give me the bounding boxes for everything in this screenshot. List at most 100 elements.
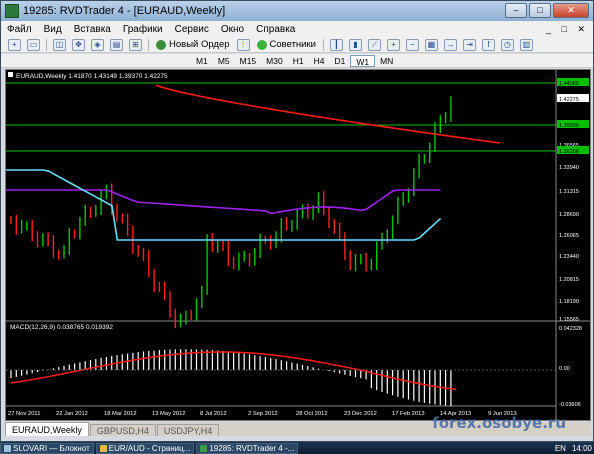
ma-purple-line: [6, 189, 441, 215]
price-bars: [10, 96, 452, 329]
price-label: 1.18190: [559, 299, 579, 305]
taskbar-notepad-label: SLOVARI — Блокнот: [13, 443, 90, 453]
tf-mn[interactable]: MN: [375, 55, 398, 67]
menu-insert[interactable]: Вставка: [68, 24, 117, 35]
menu-bar: Файл Вид Вставка Графики Сервис Окно Спр…: [1, 21, 593, 37]
tile-icon[interactable]: ▦: [424, 38, 438, 51]
periods-icon[interactable]: ◷: [500, 38, 514, 51]
bar-chart-icon[interactable]: ┃: [329, 38, 343, 51]
chart-window[interactable]: EURAUD,Weekly 1.41870 1.43149 1.39370 1.…: [5, 69, 591, 421]
indicators-icon[interactable]: f: [481, 38, 495, 51]
price-label: 1.36266: [559, 149, 579, 155]
new-order-label: Новый Ордер: [169, 39, 230, 50]
tf-m1[interactable]: M1: [191, 55, 213, 67]
price-label: 1.39099: [559, 123, 579, 129]
new-order-icon: [156, 39, 166, 50]
window-controls: – □ ✕: [505, 3, 589, 18]
notepad-icon: [4, 444, 11, 452]
watermark: forex.osobye.ru: [432, 414, 566, 432]
mdi-controls[interactable]: _ □ ✕: [546, 24, 589, 35]
menu-charts[interactable]: Графики: [117, 24, 169, 35]
menu-help[interactable]: Справка: [250, 24, 301, 35]
taskbar-notepad[interactable]: SLOVARI — Блокнот: [0, 442, 94, 454]
price-label: 1.31315: [559, 189, 579, 195]
language-indicator[interactable]: EN: [555, 444, 566, 453]
advisors-label: Советники: [269, 39, 316, 50]
tf-m15[interactable]: M15: [235, 55, 262, 67]
ma-slow-line: [155, 84, 501, 144]
taskbar-browser-label: EUR/AUD - Страниц...: [108, 443, 191, 453]
macd-histogram: [10, 349, 457, 407]
date-label: 17 Feb 2013: [392, 411, 425, 417]
chart-shift-icon[interactable]: ⇥: [462, 38, 476, 51]
taskbar-trader-label: 19285: RVDTrader 4 -...: [209, 443, 295, 453]
minimize-button[interactable]: –: [505, 3, 527, 18]
ma-cyan-line: [6, 169, 442, 241]
clock: 14:00: [571, 443, 592, 453]
date-label: 18 Mar 2012: [104, 411, 137, 417]
main-toolbar: + ▭ ◫ ✥ ◈ ▤ ⊞ Новый Ордер ! Советники ┃ …: [1, 37, 593, 53]
navigator-icon[interactable]: ◈: [91, 38, 104, 51]
market-watch-icon[interactable]: ◫: [53, 38, 66, 51]
profiles-icon[interactable]: ▭: [27, 38, 40, 51]
chart-menu-icon: [8, 72, 13, 77]
line-chart-icon[interactable]: ⟋: [367, 38, 381, 51]
candle-chart-icon[interactable]: ▮: [348, 38, 362, 51]
tf-m5[interactable]: M5: [213, 55, 235, 67]
trader-window: 19285: RVDTrader 4 - [EURAUD,Weekly] – □…: [0, 0, 594, 442]
tab-gbpusd-h4[interactable]: GBPUSD,H4: [89, 424, 156, 436]
price-label: 1.33940: [559, 165, 579, 171]
templates-icon[interactable]: ▥: [519, 38, 533, 51]
date-label: 28 Oct 2012: [296, 411, 328, 417]
app-icon: [5, 4, 19, 18]
zoom-out-icon[interactable]: −: [405, 38, 419, 51]
browser-icon: [99, 444, 107, 452]
date-label: 8 Jul 2012: [200, 411, 227, 417]
date-label: 2 Sep 2012: [248, 411, 278, 417]
tester-icon[interactable]: ⊞: [129, 38, 142, 51]
price-label: 1.42275: [559, 97, 579, 103]
system-tray: EN 14:00: [555, 442, 592, 454]
tf-m30[interactable]: M30: [261, 55, 288, 67]
advisors-icon: [256, 39, 267, 50]
zoom-in-icon[interactable]: +: [386, 38, 400, 51]
data-window-icon[interactable]: ✥: [72, 38, 85, 51]
new-chart-icon[interactable]: +: [8, 38, 21, 51]
date-label: 27 Nov 2011: [8, 411, 40, 417]
macd-label: 0.042328: [559, 326, 582, 332]
tf-h4[interactable]: H4: [309, 55, 330, 67]
menu-tools[interactable]: Сервис: [169, 24, 215, 35]
tab-usdjpy-h4[interactable]: USDJPY,H4: [156, 424, 220, 436]
new-order-button[interactable]: Новый Ордер: [152, 38, 234, 52]
tf-w1[interactable]: W1: [350, 54, 376, 67]
window-title: 19285: RVDTrader 4 - [EURAUD,Weekly]: [23, 5, 226, 17]
price-label: 1.23440: [559, 254, 579, 260]
price-label: 1.44089: [559, 81, 579, 87]
menu-file[interactable]: Файл: [1, 24, 38, 35]
close-button[interactable]: ✕: [553, 3, 589, 18]
menu-view[interactable]: Вид: [38, 24, 68, 35]
date-label: 23 Dec 2012: [344, 411, 377, 417]
taskbar-trader[interactable]: 19285: RVDTrader 4 -...: [196, 442, 299, 454]
timeframe-toolbar: M1 M5 M15 M30 H1 H4 D1 W1 MN: [1, 54, 593, 68]
taskbar: SLOVARI — Блокнот EUR/AUD - Страниц... 1…: [0, 442, 594, 454]
terminal-icon[interactable]: ▤: [110, 38, 123, 51]
date-label: 22 Jan 2012: [56, 411, 88, 417]
date-label: 13 May 2012: [152, 411, 186, 417]
metaeditor-icon[interactable]: !: [236, 38, 250, 51]
price-chart[interactable]: EURAUD,Weekly 1.41870 1.43149 1.39370 1.…: [6, 70, 590, 420]
menu-window[interactable]: Окно: [215, 24, 250, 35]
advisors-button[interactable]: Советники: [253, 38, 320, 52]
price-label: 1.26065: [559, 233, 579, 239]
macd-header: MACD(12,26,9) 0.038765 0.019392: [10, 324, 113, 331]
tf-d1[interactable]: D1: [329, 55, 350, 67]
chart-header: EURAUD,Weekly 1.41870 1.43149 1.39370 1.…: [16, 73, 168, 80]
macd-label: -0.03606: [559, 402, 581, 408]
price-label: 1.15565: [559, 317, 579, 323]
maximize-button[interactable]: □: [529, 3, 551, 18]
autoscroll-icon[interactable]: →: [443, 38, 457, 51]
tab-euraud-weekly[interactable]: EURAUD,Weekly: [5, 422, 89, 436]
taskbar-browser[interactable]: EUR/AUD - Страниц...: [95, 442, 195, 454]
tf-h1[interactable]: H1: [288, 55, 309, 67]
macd-label: 0.00: [559, 366, 570, 372]
